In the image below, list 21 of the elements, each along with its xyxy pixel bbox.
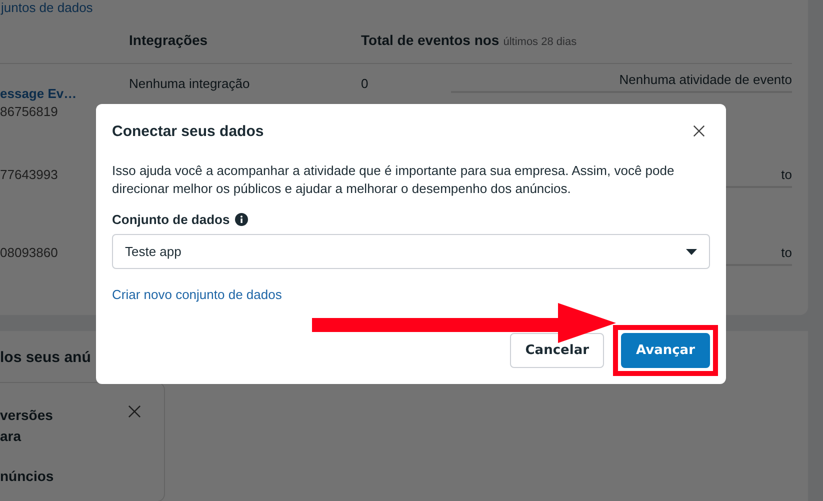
info-icon[interactable] — [234, 213, 248, 226]
field-label: Conjunto de dados — [112, 212, 230, 227]
dialog-title: Conectar seus dados — [112, 122, 264, 140]
caret-icon — [686, 248, 697, 254]
dataset-id: 77643993 — [0, 167, 58, 182]
event-activity: Nenhuma atividade de evento — [451, 72, 792, 93]
integration-text: Nenhuma integração — [129, 76, 251, 91]
column-header: Total de eventos nos últimos 28 dias — [361, 32, 578, 48]
tip-title: versões — [0, 406, 54, 425]
dataset-id: 86756819 — [0, 104, 58, 119]
dataset-id: 08093860 — [0, 245, 58, 260]
tip-title: ara — [0, 427, 22, 446]
section-title: los seus anú — [0, 348, 90, 366]
next-button[interactable]: Avançar — [621, 333, 710, 368]
event-total: 0 — [361, 76, 370, 91]
tip-footer: núncios — [0, 466, 128, 487]
column-header: Integrações — [129, 32, 209, 48]
create-dataset-link[interactable]: Criar novo conjunto de dados — [112, 287, 282, 302]
dataset-select[interactable]: Teste app — [112, 234, 710, 269]
cancel-button[interactable]: Cancelar — [510, 333, 604, 368]
close-icon[interactable] — [693, 125, 705, 137]
